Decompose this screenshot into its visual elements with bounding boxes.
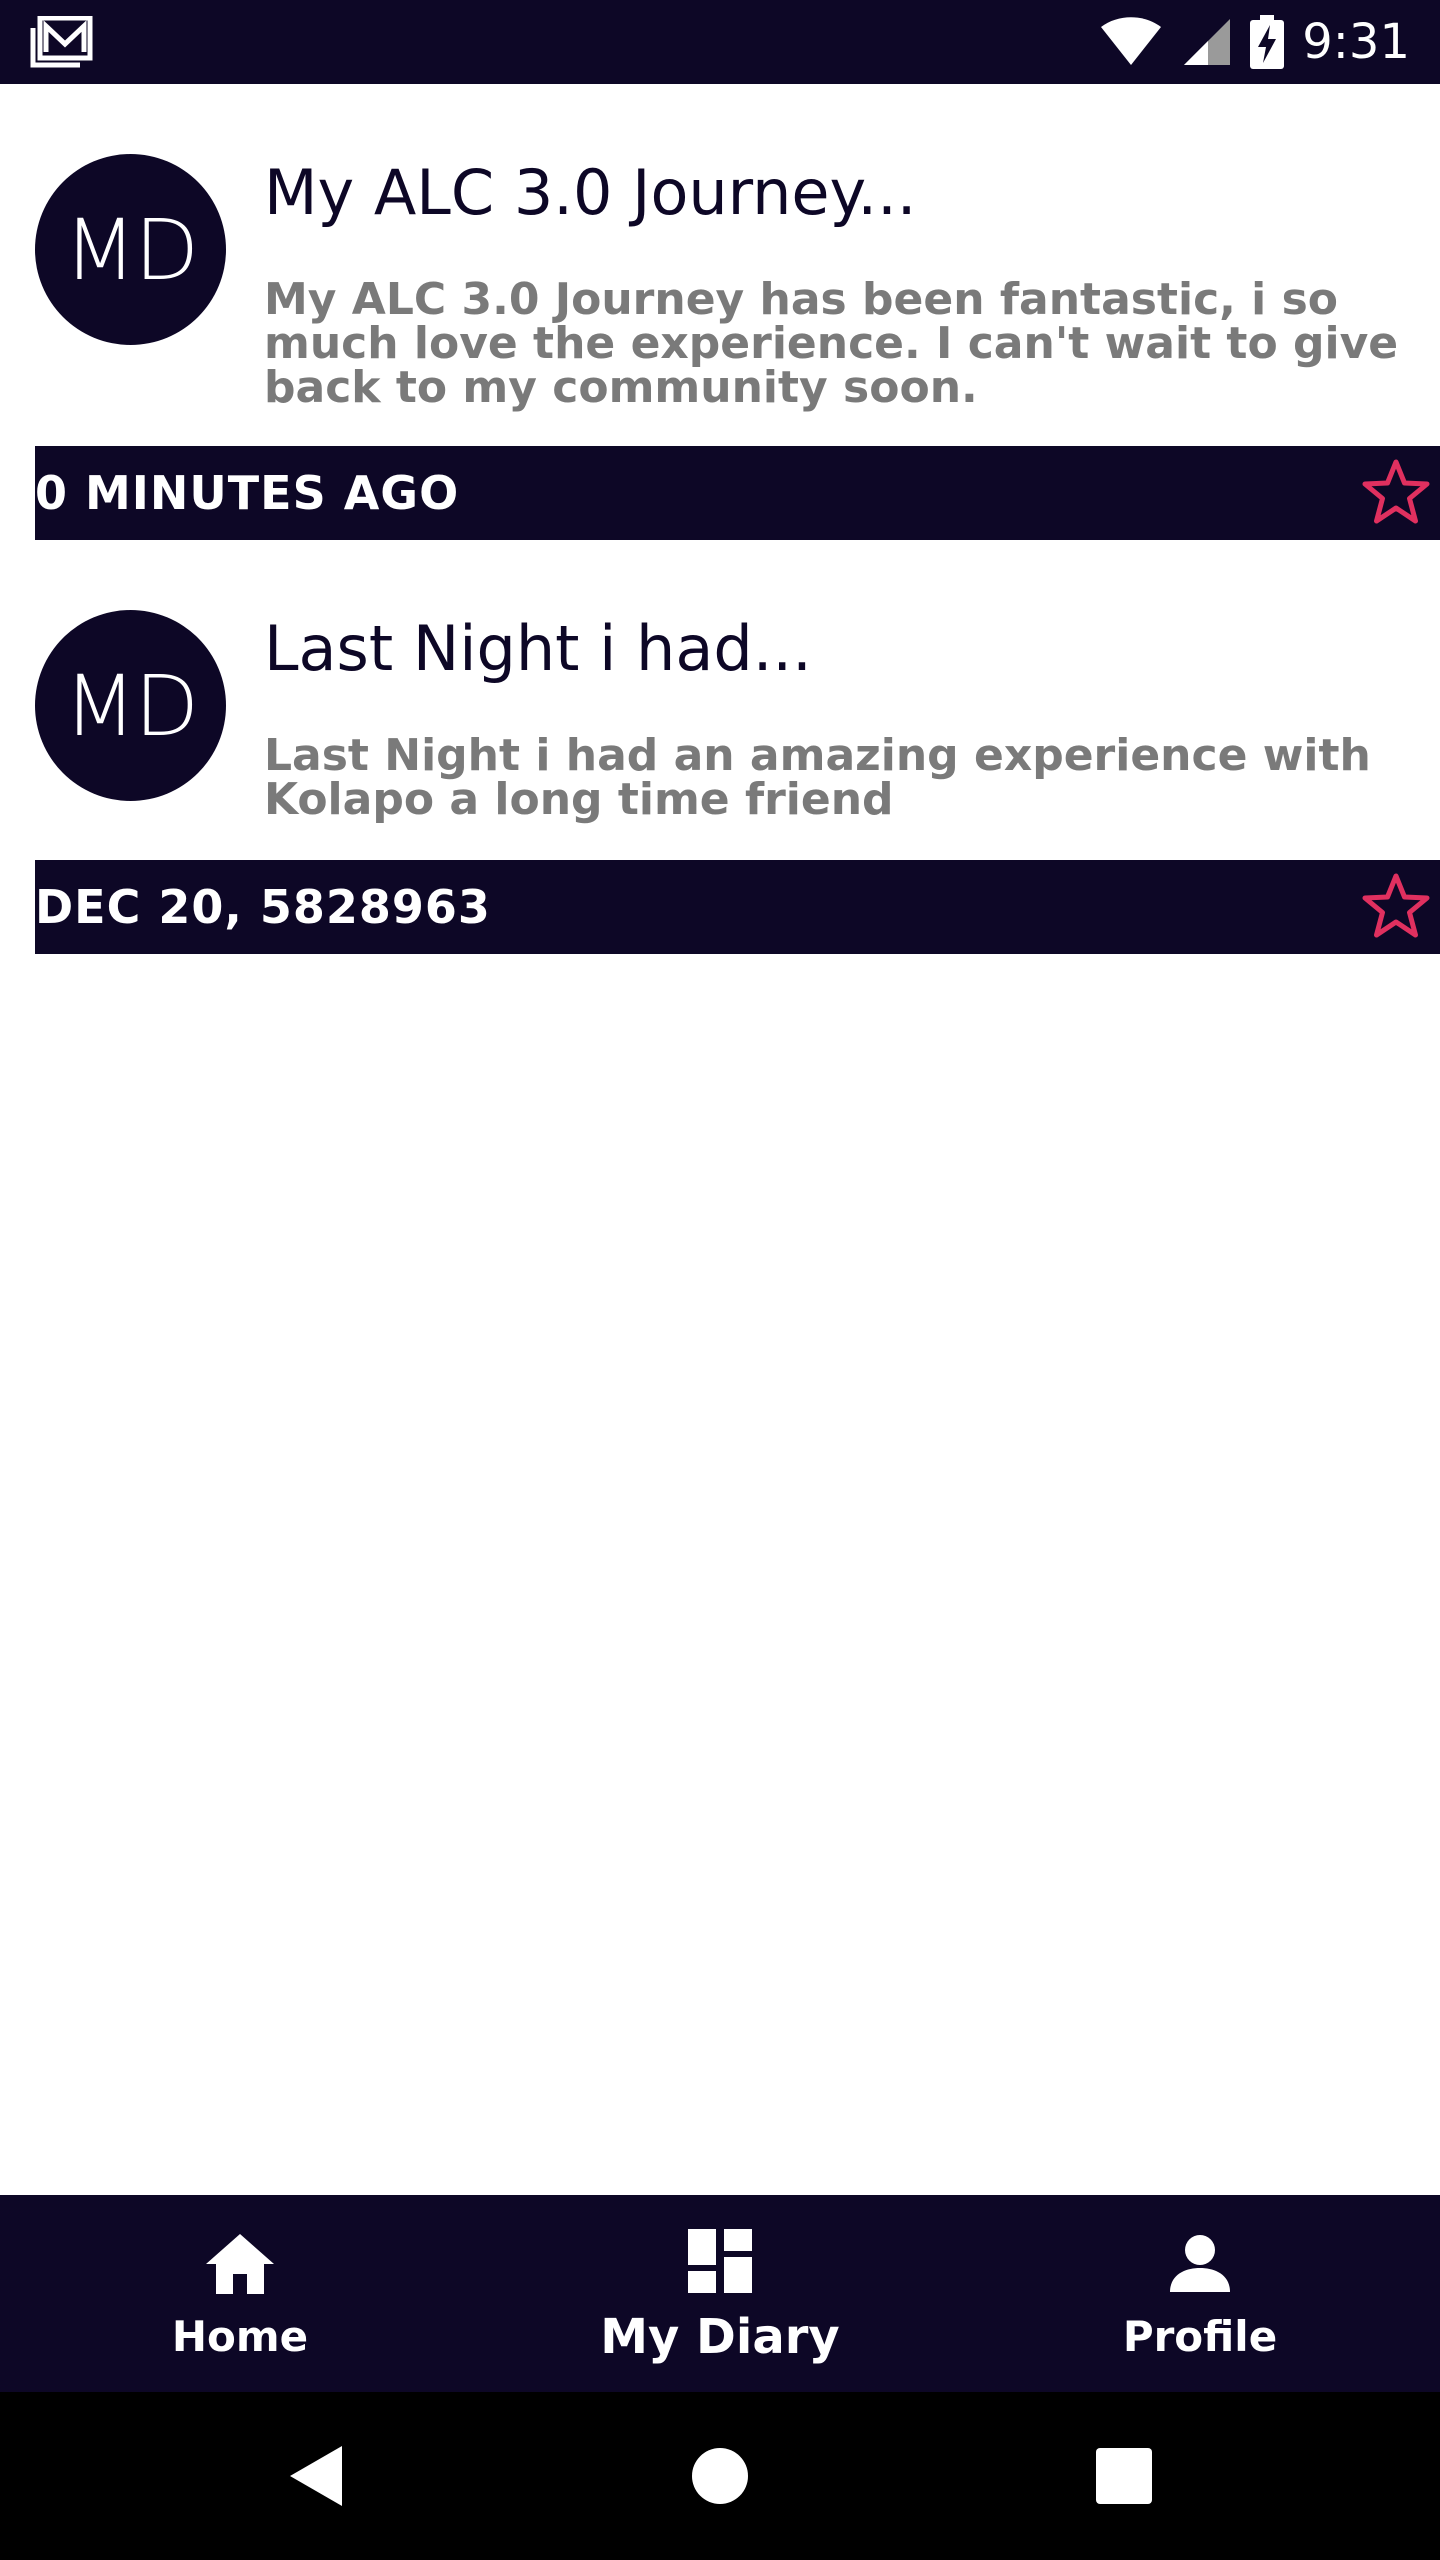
star-outline-icon[interactable] (1360, 457, 1432, 529)
signal-icon (1184, 19, 1231, 65)
entry-title: My ALC 3.0 Journey... (264, 156, 917, 229)
entry-title: Last Night i had... (264, 612, 812, 685)
status-time: 9:31 (1302, 14, 1410, 70)
diary-entry-list: MD My ALC 3.0 Journey... My ALC 3.0 Jour… (0, 84, 1440, 954)
entry-meta-bar: 0 MINUTES AGO (35, 446, 1440, 540)
system-navigation-bar (0, 2392, 1440, 2560)
nav-item-home[interactable]: Home (0, 2195, 480, 2392)
nav-label-home: Home (171, 2312, 309, 2361)
battery-charging-icon (1250, 15, 1285, 69)
avatar: MD (35, 154, 226, 345)
entry-body: Last Night i had an amazing experience w… (264, 730, 1371, 825)
person-icon (1170, 2235, 1230, 2292)
diary-entry[interactable]: MD Last Night i had... Last Night i had … (0, 540, 1440, 954)
gallery-icon (30, 16, 93, 68)
wifi-icon (1101, 17, 1162, 65)
nav-item-my-diary[interactable]: My Diary (480, 2195, 960, 2392)
diary-entry[interactable]: MD My ALC 3.0 Journey... My ALC 3.0 Jour… (0, 84, 1440, 540)
bottom-navigation: Home My Diary Profile (0, 2195, 1440, 2392)
entry-body: My ALC 3.0 Journey has been fantastic, i… (264, 274, 1399, 413)
back-icon[interactable] (272, 2432, 360, 2520)
home-icon (206, 2234, 274, 2294)
home-circle-icon[interactable] (676, 2432, 764, 2520)
nav-label-profile: Profile (1122, 2312, 1278, 2361)
nav-item-profile[interactable]: Profile (960, 2195, 1440, 2392)
dashboard-icon (688, 2228, 752, 2293)
entry-meta-bar: DEC 20, 5828963 (35, 860, 1440, 954)
status-bar: 9:31 (0, 0, 1440, 84)
star-outline-icon[interactable] (1360, 871, 1432, 943)
nav-label-my-diary: My Diary (600, 2308, 840, 2365)
entry-date: 0 MINUTES AGO (35, 466, 460, 520)
recents-icon[interactable] (1080, 2432, 1168, 2520)
avatar: MD (35, 610, 226, 801)
entry-date: DEC 20, 5828963 (35, 880, 491, 934)
